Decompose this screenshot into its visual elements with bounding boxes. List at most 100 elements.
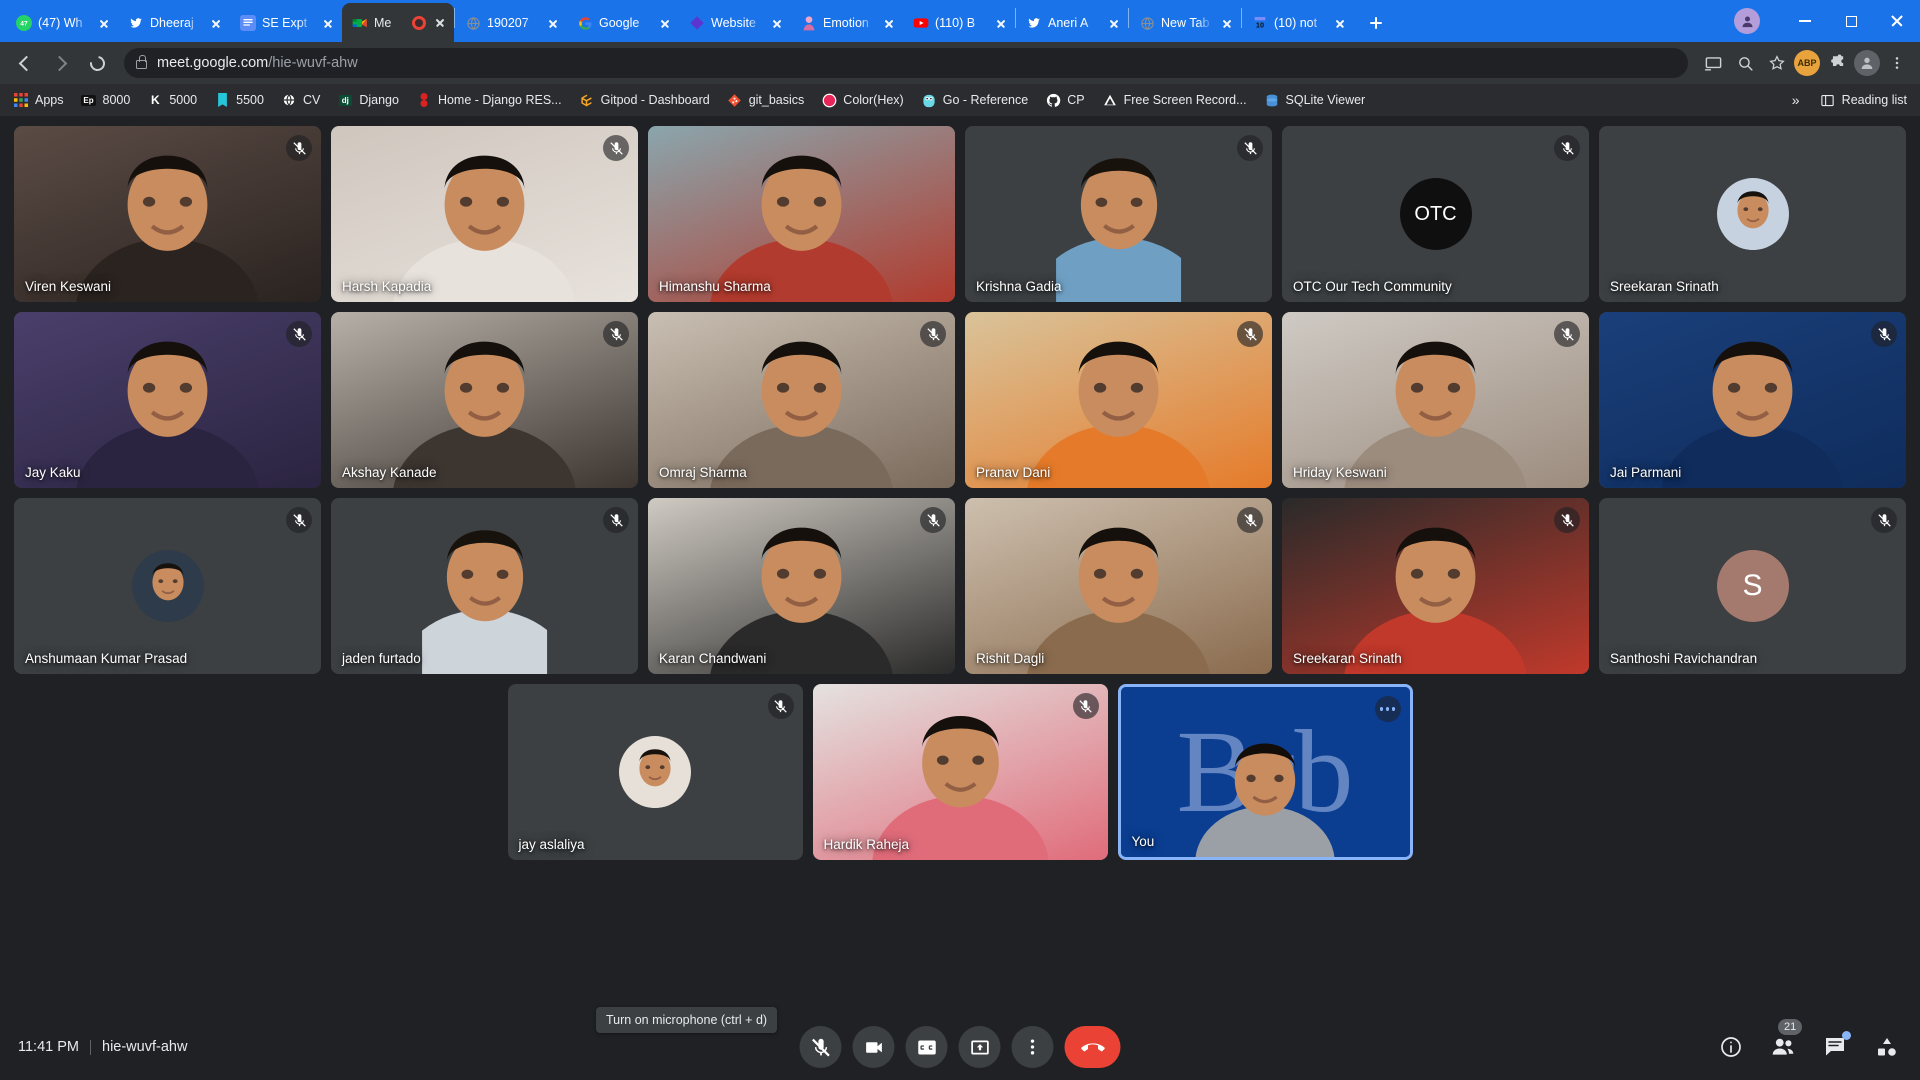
bookmark-item[interactable]: SQLite Viewer — [1257, 89, 1373, 111]
bookmark-item[interactable]: Color(Hex) — [814, 89, 910, 111]
leave-call-button[interactable] — [1064, 1026, 1121, 1068]
meeting-details-button[interactable] — [1716, 1032, 1746, 1062]
tab-close-button[interactable] — [432, 15, 448, 31]
meet-controls — [799, 1026, 1121, 1068]
participant-tile[interactable]: Sreekaran Srinath — [1282, 498, 1589, 674]
participant-tile[interactable]: Harsh Kapadia — [331, 126, 638, 302]
browser-tab[interactable]: 47 (47) Wh — [6, 4, 118, 42]
browser-tab[interactable]: Emotion — [791, 4, 903, 42]
participants-button[interactable]: 21 — [1768, 1019, 1803, 1062]
participant-name: jay aslaliya — [518, 837, 585, 852]
bookmark-item[interactable]: K 5000 — [140, 89, 204, 111]
participant-tile[interactable]: Karan Chandwani — [648, 498, 955, 674]
reading-list-button[interactable]: Reading list — [1813, 89, 1914, 111]
chrome-menu-icon[interactable] — [1882, 48, 1912, 78]
browser-tab[interactable]: SE Expt — [230, 4, 342, 42]
maximize-button[interactable] — [1828, 0, 1874, 42]
tab-close-button[interactable] — [96, 15, 112, 31]
tab-close-button[interactable] — [1332, 15, 1348, 31]
participant-name: Viren Keswani — [25, 279, 112, 294]
profile-avatar-button[interactable] — [1854, 50, 1880, 76]
recording-indicator-icon[interactable] — [412, 15, 426, 30]
participant-tile[interactable]: Akshay Kanade — [331, 312, 638, 488]
browser-tab[interactable]: New Tab — [1129, 4, 1241, 42]
tab-close-button[interactable] — [881, 15, 897, 31]
minimize-button[interactable] — [1782, 0, 1828, 42]
maximize-icon — [1845, 15, 1857, 27]
participant-tile[interactable]: jaden furtado — [331, 498, 638, 674]
participant-row: Anshumaan Kumar Prasad jaden furtado Karan… — [14, 498, 1906, 674]
forward-button[interactable] — [44, 46, 78, 80]
browser-tab[interactable]: 10 (10) not — [1242, 4, 1354, 42]
bookmark-star-icon[interactable] — [1762, 48, 1792, 78]
participant-tile[interactable]: Viren Keswani — [14, 126, 321, 302]
bookmark-item[interactable]: 5500 — [207, 89, 271, 111]
bookmark-item[interactable]: Home - Django RES... — [409, 89, 569, 111]
participant-tile[interactable]: Hriday Keswani — [1282, 312, 1589, 488]
tab-close-button[interactable] — [1219, 15, 1235, 31]
participant-tile[interactable]: Krishna Gadia — [965, 126, 1272, 302]
participant-tile[interactable]: S Santhoshi Ravichandran — [1599, 498, 1906, 674]
tab-close-button[interactable] — [545, 15, 561, 31]
search-icon[interactable] — [1730, 48, 1760, 78]
participant-tile[interactable]: Pranav Dani — [965, 312, 1272, 488]
bookmarks-overflow-button[interactable]: » — [1785, 89, 1807, 111]
participant-tile[interactable]: Sreekaran Srinath — [1599, 126, 1906, 302]
participant-tile[interactable]: Omraj Sharma — [648, 312, 955, 488]
participant-tile[interactable]: Rishit Dagli — [965, 498, 1272, 674]
close-window-button[interactable] — [1874, 0, 1920, 42]
back-button[interactable] — [8, 46, 42, 80]
tab-close-button[interactable] — [657, 15, 673, 31]
bookmark-item[interactable]: Apps — [6, 89, 71, 111]
tile-more-options-button[interactable] — [1374, 696, 1401, 722]
bookmark-item[interactable]: Gitpod - Dashboard — [572, 89, 717, 111]
person-icon — [801, 15, 817, 31]
participant-row: jay aslaliya Hardik Raheja BrbYou — [14, 684, 1906, 860]
participant-tile[interactable]: Hardik Raheja — [812, 684, 1108, 860]
participant-tile[interactable]: OTC OTC Our Tech Community — [1282, 126, 1589, 302]
participant-tile[interactable]: Jai Parmani — [1599, 312, 1906, 488]
tab-close-button[interactable] — [993, 15, 1009, 31]
camera-button[interactable] — [852, 1026, 895, 1068]
browser-tab[interactable]: Dheeraj — [118, 4, 230, 42]
browser-tab[interactable]: (110) B — [903, 4, 1015, 42]
participant-tile[interactable]: jay aslaliya — [507, 684, 803, 860]
tab-close-button[interactable] — [1106, 15, 1122, 31]
chat-button[interactable] — [1820, 1031, 1851, 1062]
participant-tile[interactable]: Himanshu Sharma — [648, 126, 955, 302]
participant-tile[interactable]: Jay Kaku — [14, 312, 321, 488]
new-tab-button[interactable] — [1362, 9, 1390, 37]
browser-tab[interactable]: 190207 — [455, 4, 567, 42]
tab-close-button[interactable] — [208, 15, 224, 31]
cast-icon[interactable] — [1698, 48, 1728, 78]
microphone-button[interactable] — [799, 1026, 842, 1068]
bookmark-item[interactable]: Free Screen Record... — [1095, 89, 1254, 111]
activities-button[interactable] — [1872, 1032, 1902, 1062]
bookmark-item[interactable]: Ep 8000 — [74, 89, 138, 111]
captions-button[interactable] — [905, 1026, 948, 1068]
bookmark-item[interactable]: git_basics — [720, 89, 812, 111]
bookmark-item[interactable]: dj Django — [330, 89, 406, 111]
bookmark-item[interactable]: CV — [274, 89, 327, 111]
tab-strip: 47 (47) Wh Dheeraj SE Expt Me 190207 Google Web… — [0, 0, 1920, 42]
address-bar[interactable]: meet.google.com/hie-wuvf-ahw — [124, 48, 1688, 78]
browser-tab[interactable]: Me — [342, 3, 454, 42]
participant-tile[interactable]: BrbYou — [1117, 684, 1413, 860]
chrome-profile-avatar[interactable] — [1734, 8, 1760, 34]
tab-close-button[interactable] — [769, 15, 785, 31]
participant-video — [1282, 312, 1589, 488]
browser-tab[interactable]: Website — [679, 4, 791, 42]
tab-close-button[interactable] — [320, 15, 336, 31]
bookmark-item[interactable]: CP — [1038, 89, 1091, 111]
abp-extension-icon[interactable]: ABP — [1794, 50, 1820, 76]
participant-tile[interactable]: Anshumaan Kumar Prasad — [14, 498, 321, 674]
bookmark-item[interactable]: Go - Reference — [914, 89, 1035, 111]
present-button[interactable] — [958, 1026, 1001, 1068]
reload-button[interactable] — [80, 46, 114, 80]
omnibox-row: meet.google.com/hie-wuvf-ahw ABP — [0, 42, 1920, 84]
extensions-icon[interactable] — [1822, 48, 1852, 78]
browser-tab[interactable]: Google — [567, 4, 679, 42]
more-options-button[interactable] — [1011, 1026, 1054, 1068]
browser-tab[interactable]: Aneri A — [1016, 4, 1128, 42]
tab-title: New Tab — [1161, 16, 1210, 30]
